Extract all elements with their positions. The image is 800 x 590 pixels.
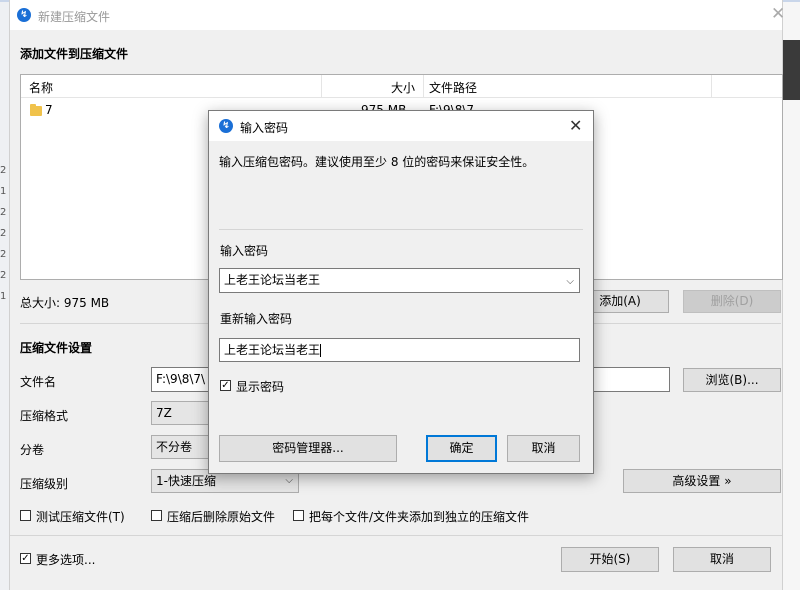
split-label: 分卷 bbox=[20, 443, 45, 457]
column-size-header[interactable]: 大小 bbox=[391, 79, 415, 96]
delete-button[interactable]: 删除(D) bbox=[683, 290, 781, 313]
test-archive-label: 测试压缩文件(T) bbox=[36, 510, 125, 524]
more-options-label: 更多选项... bbox=[36, 553, 96, 567]
column-path-header[interactable]: 文件路径 bbox=[429, 79, 477, 96]
format-value: 7Z bbox=[156, 406, 172, 420]
gutter-number: 2 bbox=[0, 165, 7, 176]
password-combo[interactable]: 上老王论坛当老王 ⌵ bbox=[219, 268, 580, 293]
app-logo-icon: ↯ bbox=[219, 119, 233, 133]
background-right-band bbox=[781, 40, 800, 100]
divider bbox=[219, 229, 583, 230]
row-name: 7 bbox=[45, 103, 53, 117]
reenter-value: 上老王论坛当老王 bbox=[224, 343, 321, 357]
test-archive-checkbox[interactable] bbox=[20, 510, 31, 521]
dialog-title-bar: ↯ 输入密码 ✕ bbox=[209, 111, 593, 141]
title-bar: ↯ 新建压缩文件 ✕ bbox=[10, 0, 785, 30]
gutter-number: 1 bbox=[0, 186, 7, 197]
app-logo-icon: ↯ bbox=[17, 8, 31, 22]
split-value: 不分卷 bbox=[156, 440, 193, 454]
gutter-number: 2 bbox=[0, 207, 7, 218]
column-divider bbox=[321, 75, 322, 97]
separate-archives-checkbox[interactable] bbox=[293, 510, 304, 521]
window-title: 新建压缩文件 bbox=[38, 10, 111, 24]
dialog-description: 输入压缩包密码。建议使用至少 8 位的密码来保证安全性。 bbox=[219, 155, 535, 169]
chevron-down-icon[interactable]: ⌵ bbox=[566, 270, 574, 292]
add-section-title: 添加文件到压缩文件 bbox=[20, 47, 129, 61]
more-options-checkbox[interactable]: ✓ bbox=[20, 553, 31, 564]
password-manager-button[interactable]: 密码管理器... bbox=[219, 435, 397, 462]
filename-label: 文件名 bbox=[20, 375, 57, 389]
reenter-password-input[interactable]: 上老王论坛当老王 bbox=[219, 338, 580, 362]
show-password-label: 显示密码 bbox=[236, 380, 285, 394]
file-list-header: 名称 大小 文件路径 bbox=[21, 75, 782, 98]
advanced-settings-button[interactable]: 高级设置 » bbox=[623, 469, 781, 493]
delete-original-checkbox[interactable] bbox=[151, 510, 162, 521]
total-size: 总大小: 975 MB bbox=[20, 296, 110, 310]
folder-icon bbox=[30, 104, 42, 116]
column-divider bbox=[711, 75, 712, 97]
password-dialog: ↯ 输入密码 ✕ 输入压缩包密码。建议使用至少 8 位的密码来保证安全性。 输入… bbox=[208, 110, 594, 474]
dialog-cancel-button[interactable]: 取消 bbox=[507, 435, 580, 462]
gutter-number: 2 bbox=[0, 249, 7, 260]
delete-original-label: 压缩后删除原始文件 bbox=[167, 510, 276, 524]
background-gutter: 2 1 2 2 2 2 1 bbox=[0, 160, 9, 302]
cancel-button[interactable]: 取消 bbox=[673, 547, 771, 572]
settings-section-title: 压缩文件设置 bbox=[20, 341, 93, 355]
start-button[interactable]: 开始(S) bbox=[561, 547, 659, 572]
ok-button[interactable]: 确定 bbox=[426, 435, 497, 462]
separate-archives-label: 把每个文件/文件夹添加到独立的压缩文件 bbox=[309, 510, 530, 524]
divider bbox=[10, 535, 782, 536]
format-label: 压缩格式 bbox=[20, 409, 69, 423]
level-label: 压缩级别 bbox=[20, 477, 69, 491]
column-name-header[interactable]: 名称 bbox=[29, 79, 53, 96]
password-label: 输入密码 bbox=[220, 244, 269, 258]
close-icon[interactable]: ✕ bbox=[771, 6, 785, 23]
column-divider bbox=[423, 75, 424, 97]
dialog-title: 输入密码 bbox=[240, 121, 289, 135]
reenter-label: 重新输入密码 bbox=[220, 312, 293, 326]
close-icon[interactable]: ✕ bbox=[569, 116, 582, 135]
browse-button[interactable]: 浏览(B)... bbox=[683, 368, 781, 392]
gutter-number: 1 bbox=[0, 291, 7, 302]
gutter-number: 2 bbox=[0, 228, 7, 239]
show-password-checkbox[interactable]: ✓ bbox=[220, 380, 231, 391]
text-caret bbox=[320, 344, 322, 357]
gutter-number: 2 bbox=[0, 270, 7, 281]
level-value: 1-快速压缩 bbox=[156, 474, 216, 488]
password-value: 上老王论坛当老王 bbox=[224, 273, 321, 287]
